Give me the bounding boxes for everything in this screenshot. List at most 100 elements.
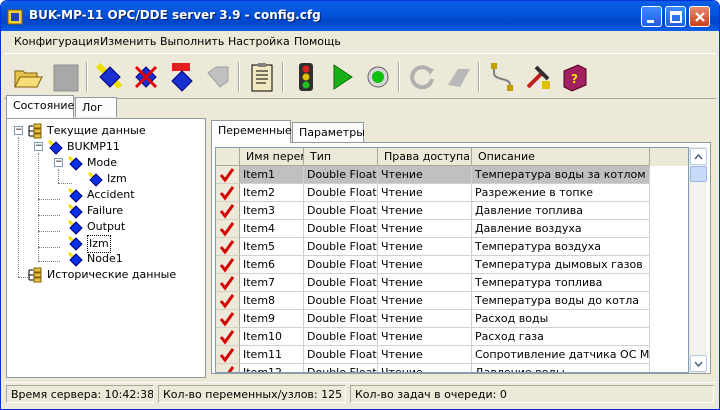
toolbar-separator: [282, 62, 284, 92]
tree-node-label: Failure: [87, 204, 124, 217]
status-server-time: Время сервера: 10:42:38: [6, 385, 154, 403]
traffic-light-icon[interactable]: [290, 61, 322, 93]
table-row[interactable]: Item10 Double Float Чтение Расход газа: [216, 328, 688, 346]
tree-node-izm-mode[interactable]: Izm: [87, 171, 197, 187]
cell-description: Расход газа: [472, 328, 650, 346]
tag-icon[interactable]: [202, 61, 234, 93]
vertical-scrollbar[interactable]: [689, 147, 707, 373]
tree-line: [58, 183, 72, 184]
tab-state[interactable]: Состояние: [6, 95, 74, 118]
tree-node-label: Izm: [107, 172, 127, 185]
cell-access: Чтение: [378, 220, 472, 238]
table-row[interactable]: Item5 Double Float Чтение Температура возду…: [216, 238, 688, 256]
cell-name: Item9: [240, 310, 304, 328]
tree-node-bukmp11[interactable]: BUKMP11: [47, 139, 197, 155]
tree-node-current-data[interactable]: Текущие данные: [27, 123, 197, 139]
tree-folder-icon: [27, 123, 43, 139]
table-row[interactable]: Item1 Double Float Чтение Температура воды …: [216, 166, 688, 184]
tree-node-label: Исторические данные: [47, 268, 177, 281]
collapse-toggle[interactable]: −: [54, 158, 63, 167]
table-row[interactable]: Item3 Double Float Чтение Давление топлива: [216, 202, 688, 220]
menu-run[interactable]: Выполнить: [160, 35, 224, 48]
status-bar: Время сервера: 10:42:38 Кол-во переменны…: [4, 382, 716, 406]
diamond-icon: [67, 203, 83, 219]
cell-name: Item1: [240, 166, 304, 184]
tree-folder-icon: [27, 267, 43, 283]
header-name[interactable]: Имя перем: [240, 148, 304, 166]
tools-icon[interactable]: [522, 61, 554, 93]
tree-node-izm-selected[interactable]: Izm: [67, 235, 197, 253]
checkmark-icon: [216, 292, 240, 310]
table-row[interactable]: Item9 Double Float Чтение Расход воды: [216, 310, 688, 328]
tree-node-mode[interactable]: Mode: [67, 155, 197, 171]
scroll-down-button[interactable]: [690, 355, 707, 372]
tree-node-accident[interactable]: Accident: [67, 187, 197, 203]
diamond-icon: [87, 171, 103, 187]
play-icon[interactable]: [326, 61, 358, 93]
checkmark-icon: [216, 202, 240, 220]
header-check-column: [216, 148, 240, 166]
tree-node-node1[interactable]: Node1: [67, 251, 197, 267]
collapse-toggle[interactable]: −: [14, 126, 23, 135]
cell-access: Чтение: [378, 184, 472, 202]
tree-line: [58, 169, 59, 183]
header-access[interactable]: Права доступа: [378, 148, 472, 166]
tree-node-output[interactable]: Output: [67, 219, 197, 235]
cell-type: Double Float: [304, 364, 378, 372]
tree-line: [18, 137, 19, 277]
open-folder-icon[interactable]: [12, 61, 44, 93]
new-item-icon[interactable]: [166, 61, 198, 93]
delete-variable-icon[interactable]: [130, 61, 162, 93]
cell-type: Double Float: [304, 328, 378, 346]
header-description[interactable]: Описание: [472, 148, 650, 166]
scroll-up-button[interactable]: [690, 148, 707, 165]
tree-line: [38, 153, 39, 261]
tree-node-label: Output: [87, 220, 126, 233]
minimize-button[interactable]: [641, 6, 662, 27]
close-button[interactable]: [689, 6, 710, 27]
checkmark-icon: [216, 346, 240, 364]
menu-configuration[interactable]: Конфигурация: [14, 35, 100, 48]
tree-node-historical-data[interactable]: Исторические данные: [27, 267, 202, 283]
scroll-thumb[interactable]: [690, 166, 707, 182]
cell-type: Double Float: [304, 346, 378, 364]
stop-square-icon[interactable]: [50, 61, 82, 93]
table-row[interactable]: Item7 Double Float Чтение Температура топли…: [216, 274, 688, 292]
tree-node-failure[interactable]: Failure: [67, 203, 197, 219]
cell-name: Item7: [240, 274, 304, 292]
tab-parameters[interactable]: Параметры: [292, 122, 365, 142]
table-row[interactable]: Item8 Double Float Чтение Температура воды …: [216, 292, 688, 310]
cell-name: Item6: [240, 256, 304, 274]
menu-settings[interactable]: Настройка: [228, 35, 290, 48]
cell-type: Double Float: [304, 292, 378, 310]
add-variable-icon[interactable]: [94, 61, 126, 93]
tab-log[interactable]: Лог: [75, 97, 117, 117]
toolbar: ?: [4, 53, 716, 99]
tree-line: [38, 215, 60, 216]
menu-edit[interactable]: Изменить: [100, 35, 156, 48]
table-row[interactable]: Item4 Double Float Чтение Давление воздуха: [216, 220, 688, 238]
table-row[interactable]: Item11 Double Float Чтение Сопротивление да…: [216, 346, 688, 364]
connect-icon[interactable]: [486, 61, 518, 93]
tab-variables[interactable]: Переменные: [211, 120, 292, 143]
table-row[interactable]: Item6 Double Float Чтение Температура дымов…: [216, 256, 688, 274]
clipboard-icon[interactable]: [246, 61, 278, 93]
menu-help[interactable]: Помощь: [294, 35, 341, 48]
table-row[interactable]: Item12 Double Float Чтение Давление воды: [216, 364, 688, 372]
collapse-toggle[interactable]: −: [34, 142, 43, 151]
cell-name: Item11: [240, 346, 304, 364]
help-book-icon[interactable]: ?: [558, 61, 590, 93]
tree-line: [38, 199, 60, 200]
erase-icon[interactable]: [442, 61, 474, 93]
record-icon[interactable]: [362, 61, 394, 93]
diamond-icon: [67, 187, 83, 203]
title-bar[interactable]: BUK-MP-11 OPC/DDE server 3.9 - config.cf…: [1, 1, 719, 31]
app-window: BUK-MP-11 OPC/DDE server 3.9 - config.cf…: [0, 0, 720, 410]
cell-access: Чтение: [378, 166, 472, 184]
header-type[interactable]: Тип: [304, 148, 378, 166]
tree-panel: − − − Текущие данные BUKMP11 Mode Izm Ac…: [6, 118, 206, 378]
refresh-icon[interactable]: [406, 61, 438, 93]
maximize-button[interactable]: [665, 6, 686, 27]
tree-node-label: Accident: [87, 188, 135, 201]
table-row[interactable]: Item2 Double Float Чтение Разрежение в топк…: [216, 184, 688, 202]
